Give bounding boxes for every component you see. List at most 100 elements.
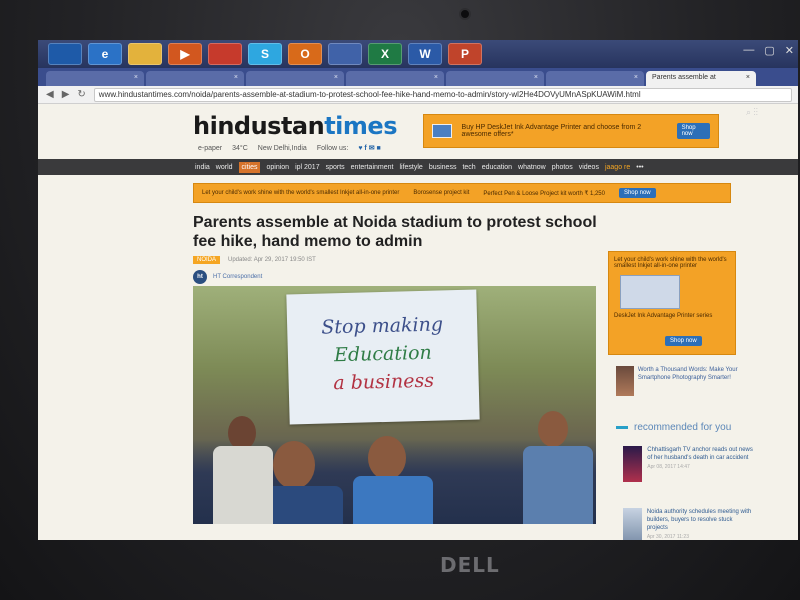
article-meta: NOIDA Updated: Apr 29, 2017 19:50 IST [193,256,316,264]
city: New Delhi,India [257,144,307,152]
follow-label: Follow us: [316,144,349,152]
protest-sign: Stop making Education a business [286,289,480,425]
section-badge[interactable]: NOIDA [193,256,221,264]
person-head [273,441,315,489]
nav-item[interactable]: world [216,164,233,171]
nav-item[interactable]: lifestyle [399,164,422,171]
article-photo: Stop making Education a business [193,286,596,524]
sidebar-promo[interactable]: Worth a Thousand Words: Make Your Smartp… [616,366,740,400]
site-logo[interactable]: hindustantimes [193,112,397,140]
sidebar-ad[interactable]: Let your child's work shine with the wor… [608,251,736,355]
tab-close-icon[interactable]: × [634,74,638,81]
nav-item[interactable]: ipl 2017 [295,164,320,171]
powerpoint-icon[interactable]: P [448,43,482,65]
rec-text: Noida authority schedules meeting with b… [646,509,752,531]
tab-close-icon[interactable]: × [534,74,538,81]
webpage: hindustantimes e-paper 34°C New Delhi,In… [38,104,798,540]
tab-close-icon[interactable]: × [134,74,138,81]
window-controls: — ▢ ✕ [743,44,794,57]
word-icon[interactable]: W [408,43,442,65]
sign-line-2: Education [333,341,433,367]
laptop-bezel: e ▶ S O X W P — ▢ ✕ × × × × × × Parents assemble at ×… [0,0,800,600]
tab-close-icon[interactable]: × [234,74,238,81]
reload-icon[interactable]: ↻ [77,89,85,100]
strip-banner-ad[interactable]: Let your child's work shine with the wor… [193,183,731,203]
author-row: ht HT Correspondent [193,270,262,284]
search-icon[interactable]: ⌕ ⋮⋮ [746,107,758,118]
strip-ad-text-1: Let your child's work shine with the wor… [202,190,400,196]
windows-start-icon[interactable] [48,43,82,65]
nav-item[interactable]: entertainment [351,164,394,171]
browser-tab[interactable]: × [46,71,144,86]
side-ad-sub: DeskJet Ink Advantage Printer series [614,313,713,319]
browser-tab[interactable]: × [346,71,444,86]
skype-icon[interactable]: S [248,43,282,65]
rec-thumbnail [623,446,643,482]
tab-close-icon[interactable]: × [434,74,438,81]
rec-date: Apr 30, 2017 11:23 [646,534,689,540]
author-name[interactable]: HT Correspondent [213,274,262,280]
nav-item[interactable]: business [429,164,457,171]
nav-item[interactable]: photos [552,164,573,171]
logo-part-2: times [324,112,397,140]
browser-tab[interactable]: × [546,71,644,86]
heading-bar [616,426,628,429]
article-headline: Parents assemble at Noida stadium to pro… [193,214,597,250]
temperature: 34°C [232,144,248,152]
nav-item[interactable]: opinion [266,164,289,171]
nav-item[interactable]: videos [579,164,599,171]
chrome-icon[interactable] [208,43,242,65]
person-shirt [523,446,593,524]
nav-item[interactable]: ••• [636,164,643,171]
recommended-item[interactable]: Noida authority schedules meeting with b… [623,508,753,540]
recommended-title: recommended for you [634,422,732,433]
tab-close-icon[interactable]: × [334,74,338,81]
nav-item[interactable]: whatnow [518,164,546,171]
person-shirt [353,476,433,524]
back-icon[interactable]: ◀ [46,89,54,100]
nav-item[interactable]: sports [326,164,345,171]
nav-item[interactable]: education [482,164,512,171]
nav-item[interactable]: jaago re [605,164,630,171]
sign-line-3: a business [333,369,435,395]
strip-ad-text-3: Perfect Pen & Loose Project kit worth ₹ … [483,190,605,197]
recommended-item[interactable]: Chhattisgarh TV anchor reads out news of… [623,446,753,486]
unknown-app-icon[interactable] [328,43,362,65]
tab-label: Parents assemble at [652,74,716,81]
nav-item[interactable]: india [195,164,210,171]
epaper-link[interactable]: e-paper [198,145,222,152]
nav-item[interactable]: cities [238,161,261,173]
ie-icon[interactable]: e [88,43,122,65]
forward-icon[interactable]: ▶ [62,89,70,100]
top-banner-ad[interactable]: Buy HP DeskJet Ink Advantage Printer and… [423,114,719,148]
strip-ad-button[interactable]: Shop now [618,188,656,198]
browser-tab[interactable]: Parents assemble at × [646,71,756,86]
strip-ad-text-2: Borosense project kit [413,190,470,196]
person-head [538,411,568,447]
printer-icon [620,275,680,309]
folder-icon[interactable] [128,43,162,65]
browser-tab[interactable]: × [246,71,344,86]
social-icons[interactable]: ♥ f ✉ ■ [358,144,380,152]
tab-close-icon[interactable]: × [746,74,750,81]
top-ad-button[interactable]: Shop now [676,123,710,139]
browser-tab[interactable]: × [446,71,544,86]
browser-tab[interactable]: × [146,71,244,86]
webcam-icon [459,8,471,20]
url-input[interactable]: www.hindustantimes.com/noida/parents-ass… [93,87,792,102]
sign-line-1: Stop making [321,313,444,339]
person-head [228,416,256,450]
close-icon[interactable]: ✕ [785,44,794,57]
excel-icon[interactable]: X [368,43,402,65]
media-player-icon[interactable]: ▶ [168,43,202,65]
outlook-icon[interactable]: O [288,43,322,65]
hp-logo-icon [432,124,452,138]
logo-part-1: hindustan [193,112,325,140]
minimize-icon[interactable]: — [743,44,754,57]
side-ad-button[interactable]: Shop now [665,336,702,346]
nav-item[interactable]: tech [462,164,475,171]
side-ad-text: Let your child's work shine with the wor… [614,257,727,269]
tab-strip: × × × × × × Parents assemble at × [38,68,798,86]
maximize-icon[interactable]: ▢ [764,44,774,57]
rec-text: Chhattisgarh TV anchor reads out news of… [647,447,753,461]
